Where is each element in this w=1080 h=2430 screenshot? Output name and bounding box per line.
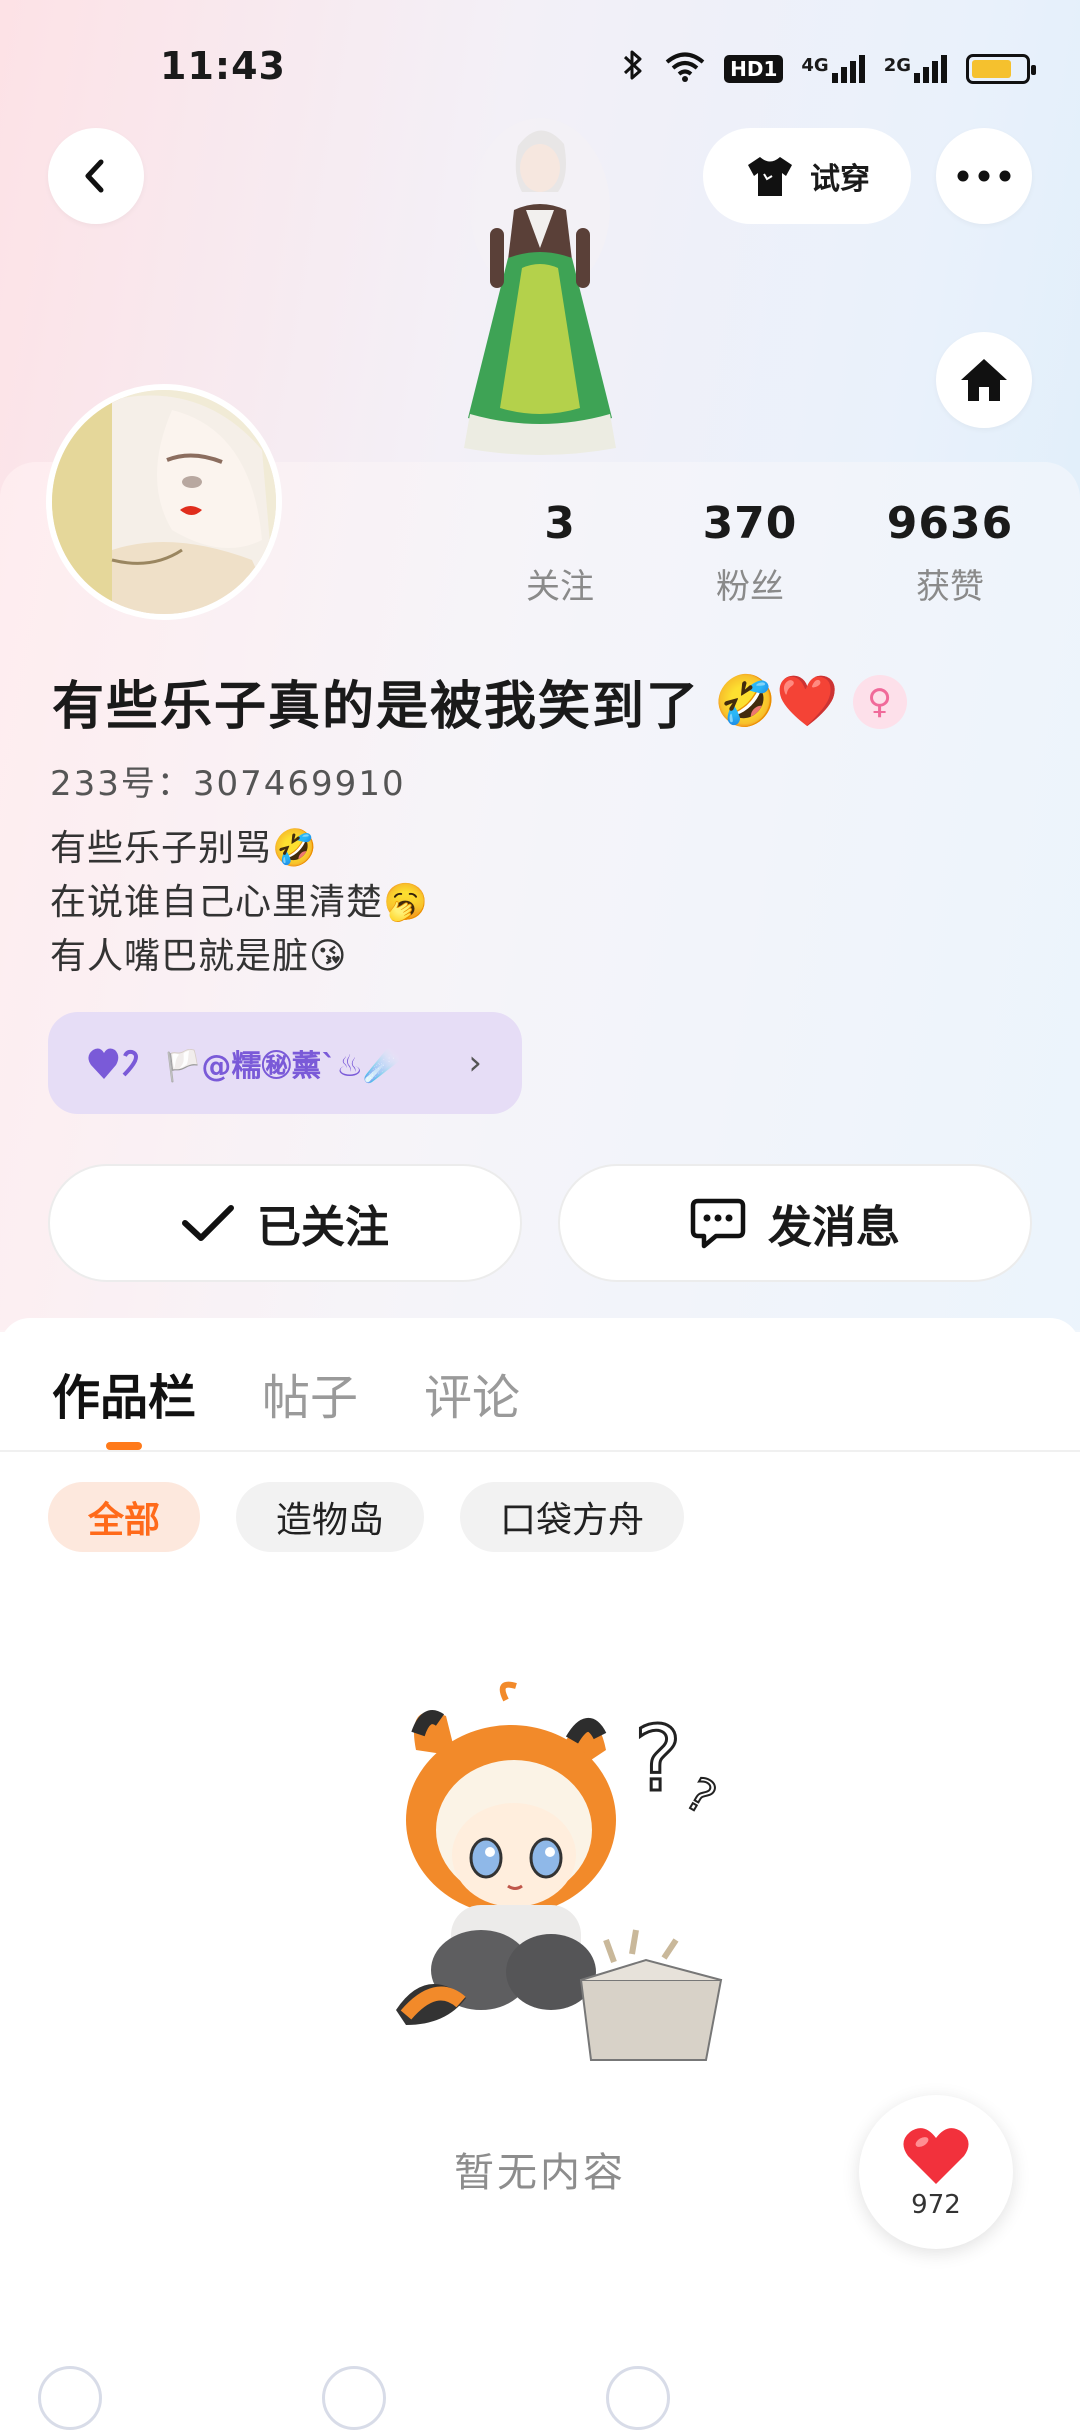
content-tabs: 作品栏 帖子 评论 [52,1358,520,1428]
profile-avatar[interactable] [46,384,282,620]
battery-icon [966,54,1036,84]
like-count: 972 [911,2190,961,2220]
bio-line: 有些乐子别骂🤣 [50,828,318,869]
bottom-item-circle[interactable] [38,2366,102,2430]
home-icon [961,359,1007,401]
status-time: 11:43 [160,44,286,88]
chip-all[interactable]: 全部 [48,1482,201,1552]
more-button[interactable] [936,128,1032,224]
heart-icon [903,2128,969,2184]
female-gender-icon: ♀ [852,674,907,729]
stat-label: 关注 [526,567,594,607]
tabs-divider [0,1450,1080,1452]
chip-creation-island[interactable]: 造物岛 [236,1482,425,1552]
user-id: 233号：307469910 [50,764,406,804]
stat-label: 获赞 [916,567,984,607]
wifi-icon [664,51,706,87]
try-on-label: 试穿 [810,162,870,197]
name-emojis: 🤣❤️ [714,672,839,730]
double-heart-icon [88,1048,138,1079]
active-tab-indicator [106,1442,142,1450]
chat-bubble-icon [690,1198,746,1249]
name-row: 有些乐子真的是被我笑到了 🤣❤️ ♀ [52,664,907,739]
bio-line: 在说谁自己心里清楚🥱 [50,882,429,923]
tab-comments[interactable]: 评论 [424,1358,520,1428]
stat-value: 3 [544,498,576,549]
relationship-badge[interactable]: 🏳️@糯㊙薰`♨☄️ › [48,1012,522,1114]
avatar-image [52,390,276,614]
signal-4g-icon: 4G [801,55,865,83]
bottom-item-circle[interactable] [322,2366,386,2430]
tab-posts[interactable]: 帖子 [262,1358,358,1428]
status-bar: 11:43 HD1 4G 2G [0,0,1080,130]
try-on-button[interactable]: 试穿 [703,128,911,224]
profile-bio: 有些乐子别骂🤣 在说谁自己心里清楚🥱 有人嘴巴就是脏😘 [50,822,429,984]
bluetooth-icon [620,48,646,90]
followed-label: 已关注 [257,1202,389,1253]
bio-line: 有人嘴巴就是脏😘 [50,936,348,977]
signal-2g-icon: 2G [884,55,948,83]
empty-state-illustration: ? ? [396,1681,726,2061]
bottom-item-circle[interactable] [606,2366,670,2430]
back-button[interactable] [48,128,144,224]
stat-likes[interactable]: 9636 获赞 [850,498,1050,608]
filter-chips: 全部 造物岛 口袋方舟 [48,1482,685,1552]
svg-text:?: ? [634,1707,682,1812]
stat-following[interactable]: 3 关注 [470,498,650,608]
chevron-right-icon: › [468,1043,482,1083]
relationship-text: 🏳️@糯㊙薰`♨☄️ [164,1049,401,1084]
like-button[interactable]: 972 [859,2095,1013,2249]
status-icons: HD1 4G 2G [620,48,1036,90]
stat-value: 370 [702,498,798,549]
svg-text:?: ? [677,1766,725,1825]
avatar-character-figure [464,118,616,455]
profile-name: 有些乐子真的是被我笑到了 [52,677,701,737]
home-button[interactable] [936,332,1032,428]
hd-indicator: HD1 [724,55,784,83]
tab-works[interactable]: 作品栏 [52,1358,196,1428]
more-dots-icon [957,170,1011,182]
tshirt-icon [748,157,792,196]
profile-stats: 3 关注 370 粉丝 9636 获赞 [470,498,1050,608]
stat-value: 9636 [886,498,1014,549]
stat-followers[interactable]: 370 粉丝 [650,498,850,608]
send-message-label: 发消息 [768,1202,900,1253]
chevron-left-icon [85,159,104,193]
chip-pocket-ark[interactable]: 口袋方舟 [460,1482,685,1552]
followed-button[interactable]: 已关注 [48,1164,522,1282]
check-icon [182,1205,234,1241]
send-message-button[interactable]: 发消息 [558,1164,1032,1282]
stat-label: 粉丝 [716,567,784,607]
